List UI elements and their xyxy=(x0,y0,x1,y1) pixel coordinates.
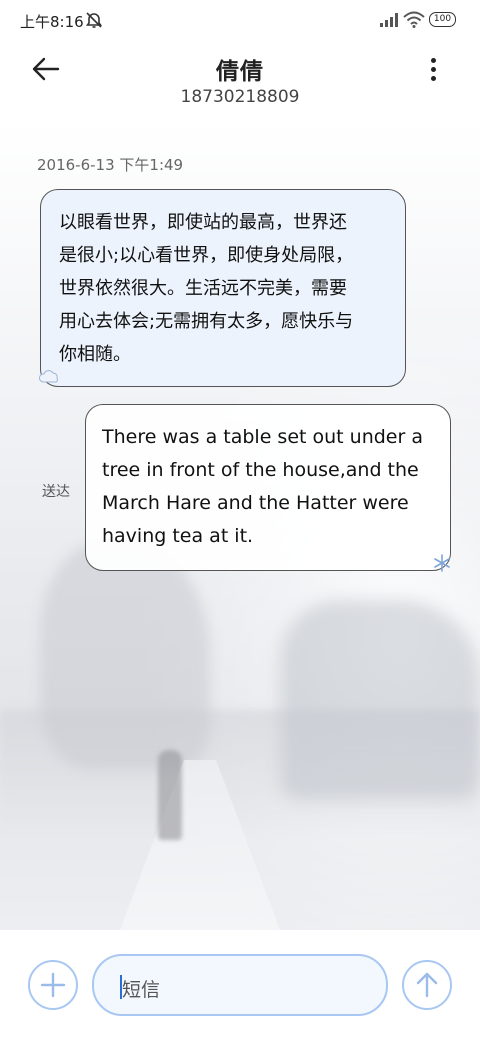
signal-icon xyxy=(380,13,398,27)
battery-level: 100 xyxy=(433,14,452,24)
wallpaper-tree xyxy=(40,540,210,770)
more-vertical-icon xyxy=(431,58,436,63)
sms-input[interactable]: 短信 xyxy=(92,954,388,1016)
outgoing-message-bubble[interactable]: There was a table set out under a tree i… xyxy=(85,404,451,571)
message-line: 以眼看世界，即使站的最高，世界还 xyxy=(59,212,347,233)
contact-name: 倩倩 xyxy=(216,59,264,85)
cloud-decoration-icon xyxy=(39,370,58,383)
wallpaper-tree xyxy=(280,600,480,800)
message-line: 是很小;以心看世界，即使身处局限， xyxy=(59,245,354,266)
message-line: March Hare and the Hatter were xyxy=(102,492,409,514)
battery-icon: 100 xyxy=(429,12,456,27)
add-attachment-button[interactable] xyxy=(28,960,78,1010)
plus-icon xyxy=(40,972,66,998)
status-bar: 上午8:16 100 xyxy=(0,0,480,42)
messaging-screen: 上午8:16 100 倩倩 18730218809 2016-6-13 下午1:… xyxy=(0,0,480,1040)
more-vertical-icon xyxy=(431,76,436,81)
message-line: There was a table set out under a xyxy=(102,426,423,448)
incoming-message-bubble[interactable]: 以眼看世界，即使站的最高，世界还 是很小;以心看世界，即使身处局限， 世界依然很… xyxy=(40,189,406,387)
send-button[interactable] xyxy=(402,960,452,1010)
mute-alarm-icon xyxy=(85,12,103,28)
message-line: 你相随。 xyxy=(59,344,131,365)
message-line: 世界依然很大。生活远不完美，需要 xyxy=(59,278,347,299)
contact-phone-number: 18730218809 xyxy=(180,87,300,107)
sms-input-placeholder: 短信 xyxy=(122,979,161,1001)
wallpaper-figure xyxy=(158,750,182,840)
status-time: 上午8:16 xyxy=(20,13,84,31)
send-arrow-up-icon xyxy=(416,972,438,998)
more-options-button[interactable] xyxy=(420,54,448,86)
message-line: tree in front of the house,and the xyxy=(102,459,419,481)
wifi-icon xyxy=(403,11,425,28)
message-line: having tea at it. xyxy=(102,525,254,547)
delivery-status: 送达 xyxy=(42,484,70,500)
snowflake-decoration-icon xyxy=(434,554,450,572)
more-vertical-icon xyxy=(431,67,436,72)
message-timestamp: 2016-6-13 下午1:49 xyxy=(37,156,184,174)
message-line: 用心去体会;无需拥有太多，愿快乐与 xyxy=(59,311,354,332)
